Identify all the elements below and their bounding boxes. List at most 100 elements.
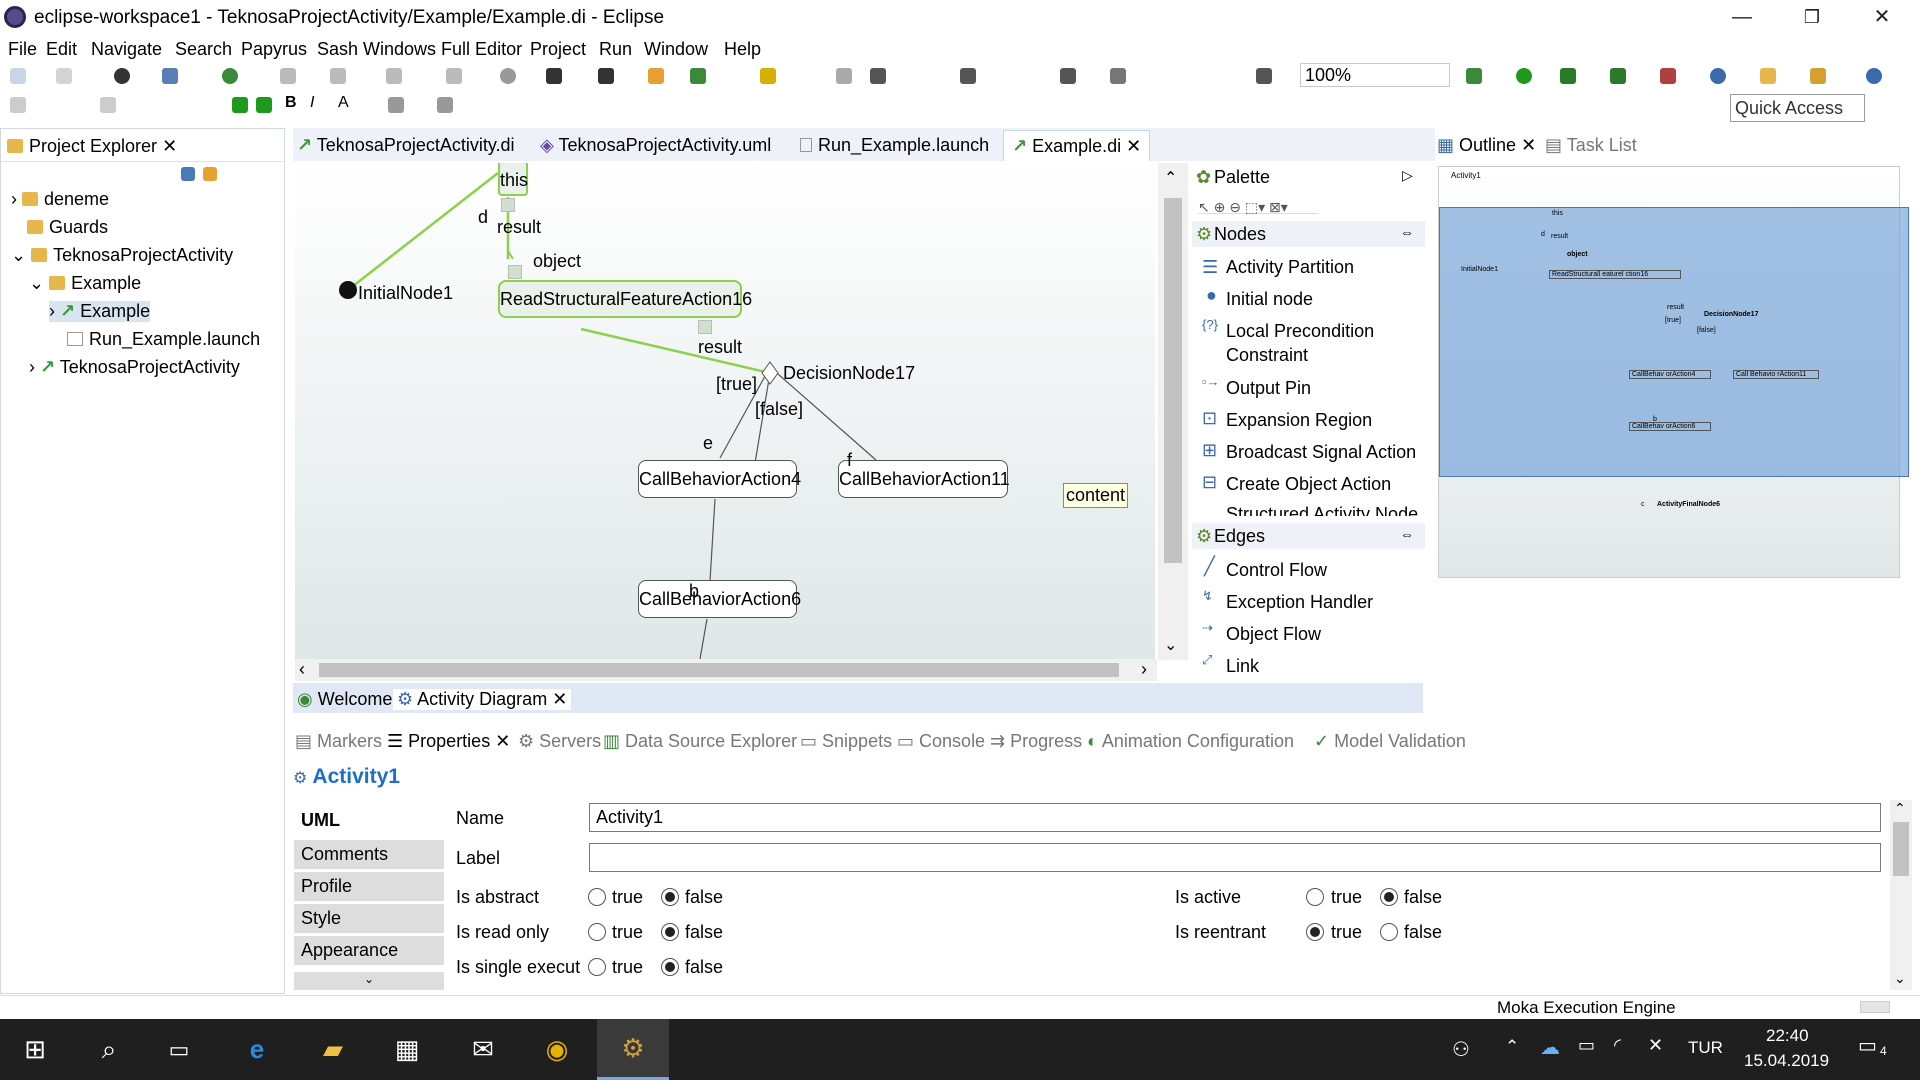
tab-progress[interactable]: ⇉ Progress [990,731,1082,752]
link-with-editor-icon[interactable] [203,167,217,181]
tab-servers[interactable]: ⚙ Servers [518,731,601,752]
filter-icon[interactable] [1060,68,1076,84]
people-icon[interactable]: ⚇ [1452,1037,1470,1062]
stop-icon[interactable] [330,68,346,84]
is-reentrant-false-label[interactable]: false [1404,922,1442,943]
palette-tools[interactable]: ↖ ⊕ ⊖ ⬚▾ ⊠▾ [1198,196,1318,215]
windows-start-icon[interactable]: ⊞ [0,1019,70,1080]
is-abstract-true-radio[interactable] [588,888,606,906]
is-active-false-label[interactable]: false [1404,887,1442,908]
search-icon[interactable] [1660,68,1676,84]
properties-scrollbar[interactable]: ⌃ ⌄ [1890,800,1912,990]
new-icon[interactable] [10,68,26,84]
debug-icon[interactable] [114,68,130,84]
output-pin-result[interactable] [698,320,712,334]
drawer-pin-icon[interactable]: ⇔ [1400,526,1414,542]
execute-icon[interactable] [1466,68,1482,84]
web-browser-icon[interactable] [1710,68,1726,84]
menu-navigate[interactable]: Navigate [91,39,162,60]
font-color-icon[interactable]: A [338,94,349,112]
sidetab-profile[interactable]: Profile [294,872,444,902]
label-input[interactable] [589,843,1881,872]
is-single-false-radio[interactable] [661,958,679,976]
drawer-pin-icon[interactable]: ⇔ [1400,224,1414,240]
tab-properties[interactable]: ☰ Properties ✕ [387,731,510,752]
menu-papyrus[interactable]: Papyrus [241,39,307,60]
zoom-combo[interactable]: 100% [1300,63,1450,87]
tree-item-teknosa-project[interactable]: ⌄ TeknosaProjectActivity [11,245,233,266]
is-reentrant-false-radio[interactable] [1380,923,1398,941]
terminal-icon[interactable] [162,68,178,84]
node-read-structural-feature[interactable]: ReadStructuralFeatureAction16 [498,280,752,318]
layout-icon[interactable] [546,68,562,84]
line-color-icon[interactable] [437,97,453,113]
step-over-icon[interactable] [446,68,462,84]
pen-icon[interactable] [1810,68,1826,84]
sidetab-uml[interactable]: UML [294,806,444,836]
forward-icon[interactable] [100,97,116,113]
palette-expansion-region[interactable]: ⊡ Expansion Region [1202,408,1372,431]
close-tab-icon[interactable]: ✕ [1126,136,1141,156]
tab-animation-configuration[interactable]: ◐ Animation Configuration [1087,731,1294,752]
action-center-icon[interactable]: ▭ [1858,1033,1877,1058]
tab-run-example-launch[interactable]: Run_Example.launch [800,135,989,156]
is-read-only-true-label[interactable]: true [612,922,643,943]
tree-item-example-folder[interactable]: ⌄ Example [29,273,141,294]
size-icon[interactable] [1110,68,1126,84]
chrome-icon[interactable]: ◉ [522,1019,592,1080]
is-read-only-true-radio[interactable] [588,923,606,941]
tree-item-run-example-launch[interactable]: Run_Example.launch [67,329,260,350]
palette-initial-node[interactable]: ● Initial node [1206,285,1313,310]
is-single-false-label[interactable]: false [685,957,723,978]
tab-teknosa-uml[interactable]: ◈ TeknosaProjectActivity.uml [540,135,771,156]
input-pin-object[interactable] [508,265,522,279]
tab-snippets[interactable]: ▭ Snippets [800,731,892,752]
external-tools-icon[interactable] [1610,68,1626,84]
route-icon[interactable] [760,68,776,84]
activity-diagram-canvas[interactable]: this InitialNode1 ReadStructuralFeatureA… [295,163,1155,659]
format-icon[interactable] [648,68,664,84]
eclipse-taskbar-icon[interactable]: ⚙ [597,1019,669,1080]
wifi-icon[interactable]: ◜ [1614,1035,1621,1056]
show-hidden-icons[interactable]: ⌃ [1505,1037,1519,1057]
tab-teknosa-di[interactable]: ↗ TeknosaProjectActivity.di [297,135,515,156]
tree-item-example-model[interactable]: › ↗ Example [49,301,151,322]
battery-icon[interactable]: ▭ [1578,1035,1595,1056]
is-reentrant-true-label[interactable]: true [1331,922,1362,943]
refresh-icon[interactable] [222,68,238,84]
tree-item-guards[interactable]: Guards [27,217,108,238]
edge-browser-icon[interactable]: e [222,1019,292,1080]
palette-broadcast-signal[interactable]: ⊞ Broadcast Signal Action [1202,440,1416,463]
node-this[interactable]: this [498,163,528,196]
menu-run[interactable]: Run [599,39,632,60]
globe-icon[interactable] [1866,68,1882,84]
palette-edges-header[interactable]: ⚙ Edges ⇔ [1192,523,1425,549]
palette-constraint-line[interactable]: Constraint [1226,345,1308,366]
link-icon[interactable] [690,68,706,84]
fill-color-icon[interactable] [388,97,404,113]
tab-data-source-explorer[interactable]: ▥ Data Source Explorer [603,731,797,752]
collapse-all-icon[interactable] [181,167,195,181]
file-explorer-icon[interactable]: ▰ [298,1019,368,1080]
close-button[interactable]: ✕ [1854,0,1910,34]
palette-create-object[interactable]: ⊟ Create Object Action [1202,472,1391,495]
navigate-back-icon[interactable] [232,97,248,113]
node-decision-label[interactable]: DecisionNode17 [783,363,915,384]
italic-icon[interactable]: I [310,94,314,112]
resume-icon[interactable] [280,68,296,84]
is-reentrant-true-radio[interactable] [1306,923,1324,941]
is-abstract-false-label[interactable]: false [685,887,723,908]
menu-file[interactable]: File [8,39,37,60]
palette-nodes-header[interactable]: ⚙ Nodes ⇔ [1192,221,1425,247]
sidetab-style[interactable]: Style [294,904,444,934]
is-single-true-label[interactable]: true [612,957,643,978]
run-icon[interactable] [1516,68,1532,84]
project-explorer-tab[interactable]: Project Explorer ✕ [7,136,177,157]
tab-task-list[interactable]: ▤ Task List [1545,135,1637,156]
is-active-true-label[interactable]: true [1331,887,1362,908]
tab-markers[interactable]: ▤ Markers [295,731,382,752]
task-view-icon[interactable]: ▭ [144,1019,214,1080]
quick-access-input[interactable]: Quick Access [1730,94,1865,122]
tree-item-deneme[interactable]: › deneme [11,189,109,210]
sidetab-comments[interactable]: Comments [294,840,444,870]
